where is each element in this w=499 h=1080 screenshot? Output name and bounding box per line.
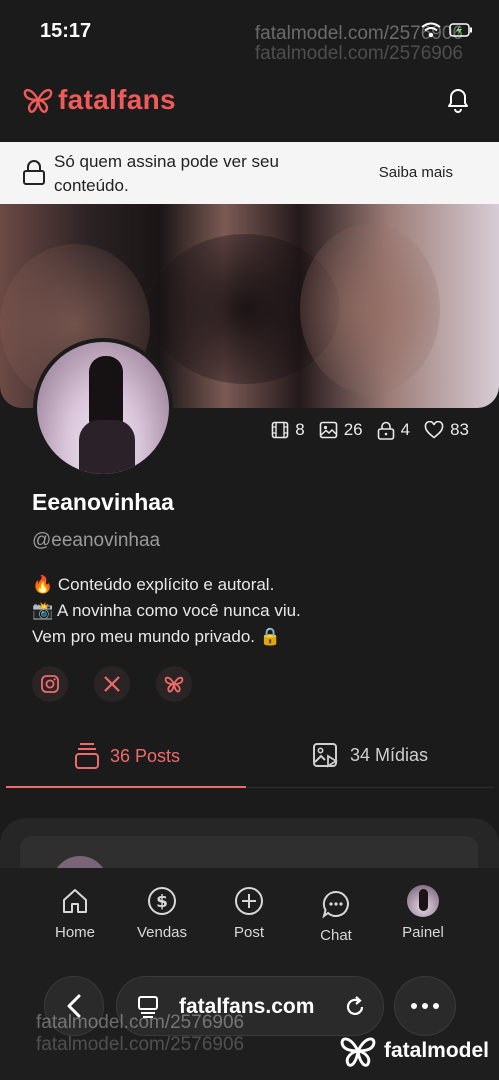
nav-post-label: Post	[233, 924, 264, 941]
bio-line: 🔥 Conteúdo explícito e autoral.	[32, 575, 275, 594]
profile-bio: 🔥 Conteúdo explícito e autoral. 📸 A novi…	[32, 572, 301, 650]
tab-posts-label: 36 Posts	[110, 745, 181, 766]
watermark-line: fatalmodel.com/2576906	[36, 1034, 245, 1055]
nav-panel[interactable]: Painel	[383, 884, 463, 941]
notifications-button[interactable]	[445, 86, 471, 119]
app-header: fatalfans	[0, 60, 499, 142]
stat-videos: 8	[271, 420, 305, 440]
stack-icon	[75, 743, 99, 769]
butterfly-icon	[164, 676, 184, 693]
svg-text:$: $	[156, 892, 168, 912]
x-link[interactable]	[94, 666, 130, 702]
reload-icon[interactable]	[343, 995, 367, 1019]
stat-photos: 26	[319, 420, 363, 440]
browser-menu-button[interactable]	[394, 976, 456, 1036]
nav-chat-label: Chat	[320, 927, 352, 944]
status-bar: 15:17 fatalmodel.com/2576906 fatalmodel.…	[0, 0, 499, 64]
nav-panel-label: Painel	[402, 924, 444, 941]
social-links	[32, 666, 192, 702]
nav-post[interactable]: Post	[209, 884, 289, 941]
stat-locked: 4	[377, 420, 410, 440]
wifi-icon	[421, 22, 441, 38]
home-icon	[63, 889, 87, 913]
fatalfans-logo[interactable]: fatalfans	[22, 84, 176, 116]
profile-stats: 8 26 4 83	[271, 420, 469, 440]
butterfly-icon	[23, 88, 53, 113]
tab-media[interactable]: 34 Mídias	[312, 742, 428, 768]
subscribe-notice: Só quem assina pode ver seu conteúdo. Sa…	[0, 142, 499, 204]
lock-icon	[23, 160, 45, 185]
dot	[422, 1003, 428, 1009]
film-icon	[271, 421, 289, 439]
dollar-icon: $	[148, 887, 176, 915]
stat-photos-count: 26	[343, 420, 363, 439]
dot	[411, 1003, 417, 1009]
fatalmodel-watermark-logo: fatalmodel	[338, 1034, 489, 1068]
content-tabs: 36 Posts 34 Mídias	[6, 730, 494, 788]
status-time: 15:17	[40, 20, 92, 42]
chat-bubble-icon	[322, 890, 349, 919]
battery-charging-icon	[449, 23, 472, 37]
active-tab-indicator	[6, 786, 246, 788]
status-icons	[421, 22, 473, 38]
bell-icon	[448, 89, 468, 113]
watermark-bottom: fatalmodel.com/2576906 fatalmodel.com/25…	[36, 1012, 244, 1056]
user-avatar	[407, 885, 439, 917]
profile-avatar[interactable]	[33, 338, 173, 478]
nav-home[interactable]: Home	[35, 884, 115, 941]
x-logo-icon	[104, 676, 120, 692]
nav-sales-label: Vendas	[136, 924, 188, 941]
butterfly-icon	[340, 1037, 376, 1067]
logo-text: fatalfans	[58, 84, 176, 115]
profile-handle: @eeanovinhaa	[32, 530, 161, 551]
learn-more-link[interactable]: Saiba mais	[379, 164, 453, 181]
heart-icon	[424, 421, 444, 439]
media-icon	[313, 743, 338, 768]
bio-line: 📸 A novinha como você nunca viu.	[32, 601, 301, 620]
nav-home-label: Home	[54, 924, 95, 941]
dot	[433, 1003, 439, 1009]
nav-chat[interactable]: Chat	[296, 887, 376, 944]
plus-circle-icon	[235, 887, 263, 915]
bio-line: Vem pro meu mundo privado. 🔒	[32, 627, 281, 646]
lock-icon	[377, 421, 394, 440]
instagram-icon	[41, 675, 59, 693]
image-icon	[319, 421, 337, 439]
notice-message: Só quem assina pode ver seu conteúdo.	[54, 152, 279, 195]
stat-locked-count: 4	[400, 420, 411, 439]
watermark-brand: fatalmodel	[383, 1039, 489, 1062]
tab-media-label: 34 Mídias	[350, 744, 429, 765]
profile-name: Eeanovinhaa	[32, 489, 174, 515]
fatalfans-link[interactable]	[156, 666, 192, 702]
stat-videos-count: 8	[295, 420, 305, 439]
nav-sales[interactable]: $ Vendas	[122, 884, 202, 941]
stat-likes: 83	[424, 420, 469, 440]
stat-likes-count: 83	[450, 420, 469, 439]
watermark-line: fatalmodel.com/2576906	[36, 1012, 245, 1033]
tab-posts[interactable]: 36 Posts	[74, 742, 180, 770]
instagram-link[interactable]	[32, 666, 68, 702]
